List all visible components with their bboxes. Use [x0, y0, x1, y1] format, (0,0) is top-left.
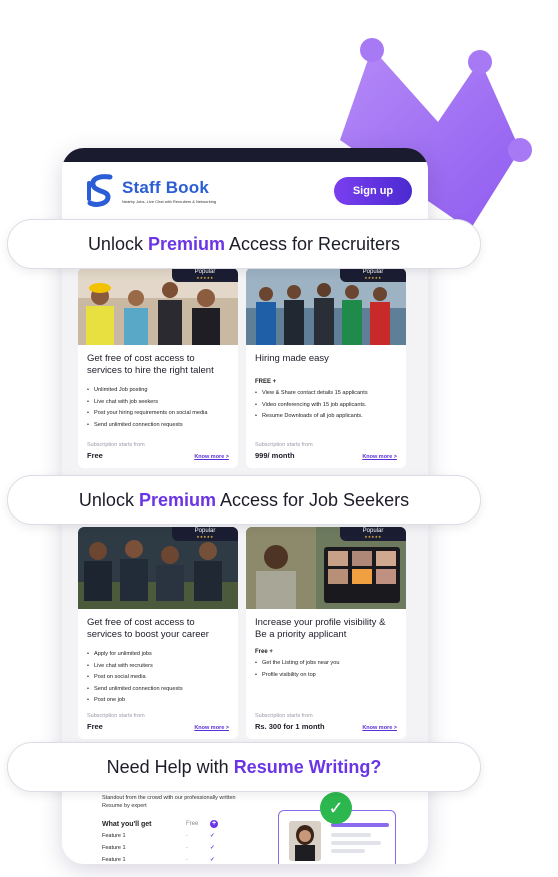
- banner-highlight: Premium: [138, 489, 216, 510]
- popular-badge: Popular ★★★★★: [340, 268, 406, 282]
- banner-text: Need Help with: [106, 756, 234, 777]
- subscription-label: Subscription starts from: [255, 442, 313, 448]
- plan-price: Rs. 300 for 1 month: [255, 722, 325, 731]
- card-title: Get free of cost access to services to h…: [87, 353, 214, 376]
- video-call-photo: Popular ★★★★★: [246, 527, 406, 609]
- banner-text: Unlock: [78, 489, 139, 510]
- card-title: Hiring made easy: [255, 353, 329, 364]
- recruiter-plan-free-card[interactable]: Popular ★★★★★ Get free of cost access to …: [78, 268, 238, 468]
- list-item: Send unlimited connection requests: [87, 420, 229, 432]
- free-plus-label: FREE +: [255, 379, 277, 385]
- free-value: -: [186, 857, 188, 863]
- check-icon: ✓: [210, 833, 215, 839]
- free-value: -: [186, 845, 188, 851]
- popular-badge: Popular ★★★★★: [172, 268, 238, 282]
- list-item: Video conferencing with 15 job applicant…: [255, 400, 397, 412]
- brand-tagline: Nearby Jobs, Live Chat with Recruiters &…: [122, 199, 217, 204]
- list-item: Live chat with recruiters: [87, 661, 229, 673]
- know-more-link[interactable]: Know more >: [362, 725, 397, 731]
- subscription-label: Subscription starts from: [87, 713, 145, 719]
- phone-status-bar: [62, 148, 428, 162]
- resume-writing-section: Standout from the crowd with our profess…: [62, 788, 428, 864]
- sign-up-button[interactable]: Sign up: [334, 177, 412, 205]
- brand-logo[interactable]: Staff Book Nearby Jobs, Live Chat with R…: [86, 173, 216, 209]
- star-rating-icon: ★★★★★: [196, 276, 214, 280]
- resume-comparison-table: What you'll get Free + Feature 1 - ✓ Fea…: [102, 818, 232, 864]
- list-item: Post one job: [87, 695, 229, 707]
- popular-badge: Popular ★★★★★: [340, 527, 406, 541]
- banner-text: Unlock: [87, 233, 148, 254]
- check-icon: ✓: [210, 845, 215, 851]
- seeker-plan-paid-card[interactable]: Popular ★★★★★ Increase your profile visib…: [246, 527, 406, 739]
- list-item: Resume Downloads of all job applicants.: [255, 411, 397, 423]
- card-footer: Subscription starts from 999/ month Know…: [255, 442, 397, 460]
- subscription-label: Subscription starts from: [87, 442, 145, 448]
- job-seekers-premium-banner[interactable]: Unlock Premium Access for Job Seekers: [7, 475, 481, 525]
- free-column-header: Free: [186, 821, 199, 827]
- table-row: Feature 1 - ✓: [102, 842, 232, 854]
- know-more-link[interactable]: Know more >: [194, 725, 229, 731]
- plan-price: Free: [87, 722, 103, 731]
- feature-name: Feature 1: [102, 857, 126, 863]
- know-more-link[interactable]: Know more >: [362, 454, 397, 460]
- star-rating-icon: ★★★★★: [364, 276, 382, 280]
- feature-list: Get the Listing of jobs near you Profile…: [246, 655, 406, 681]
- table-row: Feature 1 - ✓: [102, 854, 232, 864]
- list-item: Apply for unlimited jobs: [87, 649, 229, 661]
- list-item: Profile visibility on top: [255, 670, 397, 682]
- card-footer: Subscription starts from Free Know more …: [87, 713, 229, 731]
- subscription-label: Subscription starts from: [255, 713, 313, 719]
- feature-list: View & Share contact details 15 applican…: [246, 385, 406, 423]
- banner-highlight: Resume Writing?: [233, 756, 382, 777]
- banner-text: Access for Recruiters: [225, 233, 401, 254]
- app-header: Staff Book Nearby Jobs, Live Chat with R…: [62, 162, 428, 220]
- candidate-photo: [289, 821, 321, 861]
- premium-plus-icon: +: [210, 820, 218, 828]
- table-row: Feature 1 - ✓: [102, 830, 232, 842]
- feature-name: Feature 1: [102, 833, 126, 839]
- list-item: Live chat with job seekers: [87, 397, 229, 409]
- card-title: Get free of cost access to services to b…: [87, 617, 209, 640]
- free-value: -: [186, 833, 188, 839]
- job-seekers-photo: Popular ★★★★★: [78, 527, 238, 609]
- feature-column-header: What you'll get: [102, 820, 152, 828]
- card-title: Increase your profile visibility & Be a …: [255, 617, 386, 640]
- plan-price: Free: [87, 451, 103, 460]
- banner-highlight: Premium: [147, 233, 225, 254]
- star-rating-icon: ★★★★★: [196, 535, 214, 539]
- list-item: Get the Listing of jobs near you: [255, 658, 397, 670]
- check-icon: ✓: [210, 857, 215, 863]
- list-item: Post your hiring requirements on social …: [87, 408, 229, 420]
- feature-name: Feature 1: [102, 845, 126, 851]
- resume-intro-text: Standout from the crowd with our profess…: [102, 795, 236, 809]
- popular-badge: Popular ★★★★★: [172, 527, 238, 541]
- card-footer: Subscription starts from Rs. 300 for 1 m…: [255, 713, 397, 731]
- list-item: View & Share contact details 15 applican…: [255, 388, 397, 400]
- banner-text: Access for Job Seekers: [215, 489, 410, 510]
- seeker-plan-free-card[interactable]: Popular ★★★★★ Get free of cost access to …: [78, 527, 238, 739]
- card-footer: Subscription starts from Free Know more …: [87, 442, 229, 460]
- list-item: Send unlimited connection requests: [87, 684, 229, 696]
- know-more-link[interactable]: Know more >: [194, 454, 229, 460]
- verified-check-icon: ✓: [320, 792, 352, 824]
- resume-writing-banner[interactable]: Need Help with Resume Writing?: [7, 742, 481, 792]
- list-item: Post on social media: [87, 672, 229, 684]
- recruiter-professionals-photo: Popular ★★★★★: [246, 268, 406, 345]
- staff-book-logo-icon: [87, 174, 113, 207]
- recruiters-premium-banner[interactable]: Unlock Premium Access for Recruiters: [7, 219, 481, 269]
- brand-name: Staff Book: [122, 178, 209, 197]
- plan-price: 999/ month: [255, 451, 295, 460]
- recruiter-plan-paid-card[interactable]: Popular★★★★★ Hiring made easy FREE + Vie…: [246, 268, 406, 468]
- table-header-row: What you'll get Free +: [102, 818, 232, 830]
- list-item: Unlimited Job posting: [87, 385, 229, 397]
- recruiter-team-photo: Popular ★★★★★: [78, 268, 238, 345]
- feature-list: Unlimited Job posting Live chat with job…: [78, 377, 238, 431]
- free-plus-label: Free +: [255, 649, 273, 655]
- star-rating-icon: ★★★★★: [364, 535, 382, 539]
- promo-canvas: Staff Book Nearby Jobs, Live Chat with R…: [0, 0, 558, 877]
- feature-list: Apply for unlimited jobs Live chat with …: [78, 641, 238, 707]
